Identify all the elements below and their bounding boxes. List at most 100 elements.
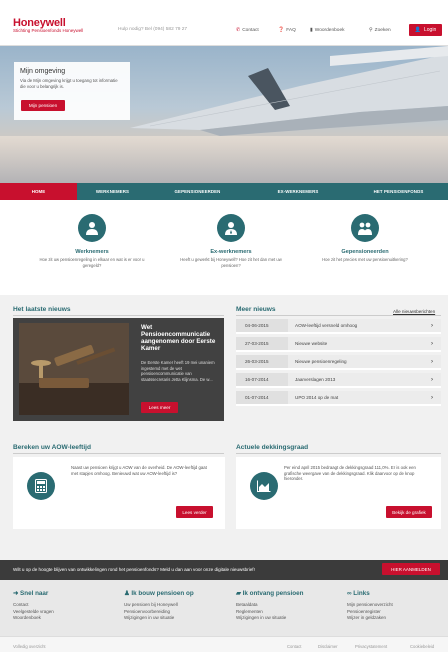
bottom-link-contact[interactable]: Contact <box>287 644 301 649</box>
footer-col-links: ∞ Links Mijn pensioenoverzicht Pensioenr… <box>347 590 393 622</box>
footer-link[interactable]: Wijzigingen in uw situatie <box>236 615 303 622</box>
bottom-link-privacy[interactable]: Privacystatement <box>355 644 387 649</box>
persona-werknemers-title: Werknemers <box>75 249 109 255</box>
featured-news-headline[interactable]: Wet Pensioencommunicatie aangenomen door… <box>141 324 219 352</box>
tab-werknemers[interactable]: WERKNEMERS <box>77 183 148 200</box>
newsletter-bar: Wilt u op de hoogte blijven van ontwikke… <box>0 560 448 580</box>
footer-heading-label: Snel naar <box>20 590 49 597</box>
news-list-item[interactable]: 01-07-2014 UPO 2014 op de mat › <box>236 391 441 406</box>
persona-ex-werknemers-text: Heeft u gewerkt bij Honeywell? Hoe zit h… <box>180 257 282 268</box>
news-list-item[interactable]: 16-07-2014 Jaarverslagen 2013 › <box>236 373 441 388</box>
money-icon: ▰ <box>236 590 243 597</box>
news-date: 26-03-2015 <box>236 355 288 368</box>
news-title: Nieuwe pensioenregeling <box>295 359 347 364</box>
chevron-right-icon: › <box>431 394 433 401</box>
footer-link[interactable]: Mijn pensioenoverzicht <box>347 602 393 609</box>
persona-gepensioneerden[interactable]: Gepensioneerden Hoe zit het precies met … <box>309 214 421 263</box>
footer-heading-label: Links <box>353 590 370 597</box>
news-list-item[interactable]: 04-06-2015 AOW-leeftijd versneld omhoog … <box>236 319 441 334</box>
mijn-pensioen-button[interactable]: Mijn pensioen <box>21 100 65 111</box>
nav-faq-label: FAQ <box>286 27 296 33</box>
all-news-link[interactable]: Alle nieuwsberichten <box>393 309 435 314</box>
mijn-omgeving-title: Mijn omgeving <box>20 68 66 75</box>
tab-gepensioneerden[interactable]: GEPENSIONEERDEN <box>148 183 247 200</box>
persona-werknemers[interactable]: Werknemers Hoe zit uw pensioenregeling i… <box>36 214 148 268</box>
logo-subtitle: Stichting Pensioenfonds Honeywell <box>13 28 84 33</box>
read-more-button[interactable]: Lees meer <box>141 402 178 413</box>
featured-news-card: Wet Pensioencommunicatie aangenomen door… <box>13 318 224 421</box>
latest-news-title: Het laatste nieuws <box>13 306 71 313</box>
divider <box>13 315 224 316</box>
aow-title: Bereken uw AOW-leeftijd <box>13 444 92 451</box>
footer-heading: ♟ Ik bouw pensioen op <box>124 590 194 597</box>
persona-ex-werknemers[interactable]: Ex-werknemers Heeft u gewerkt bij Honeyw… <box>175 214 287 268</box>
bottom-link-disclaimer[interactable]: Disclaimer <box>318 644 338 649</box>
news-list-item[interactable]: 27-03-2015 Nieuwe website › <box>236 337 441 352</box>
featured-news-body: De Eerste Kamer heeft 19 mei unaniem ing… <box>141 360 215 382</box>
nav-contact[interactable]: ✆ Contact <box>236 27 259 33</box>
volledig-overzicht-link[interactable]: Volledig overzicht <box>13 644 46 649</box>
news-date: 01-07-2014 <box>236 391 288 404</box>
tab-home[interactable]: HOME <box>0 183 77 200</box>
main-navigation: HOME WERKNEMERS GEPENSIONEERDEN EX-WERKN… <box>0 183 448 200</box>
divider <box>236 315 441 316</box>
bottom-link-cookies[interactable]: Cookiebeleid <box>410 644 434 649</box>
news-title: AOW-leeftijd versneld omhoog <box>295 323 358 328</box>
mijn-omgeving-text: Via de Mijn omgeving krijgt u toegang to… <box>20 78 118 89</box>
tab-het-pensioenfonds[interactable]: HET PENSIOENFONDS <box>349 183 448 200</box>
newsletter-text: Wilt u op de hoogte blijven van ontwikke… <box>13 567 255 572</box>
newsletter-signup-button[interactable]: HIER AANMELDEN <box>382 563 440 575</box>
help-phone: Hulp nodig? Bel (094) 582 79 27 <box>118 27 188 32</box>
login-button[interactable]: 👤 Login <box>409 24 442 36</box>
chevron-right-icon: › <box>431 322 433 329</box>
news-title: Jaarverslagen 2013 <box>295 377 336 382</box>
arrow-right-icon: ➜ <box>13 590 21 597</box>
nav-woordenboek[interactable]: ▮ Woordenboek <box>310 27 345 33</box>
calculator-icon <box>27 472 55 500</box>
footer-heading-label: Ik bouw pensioen op <box>131 590 194 597</box>
footer-heading: ▰ Ik ontvang pensioen <box>236 590 303 597</box>
news-title: Nieuwe website <box>295 341 328 346</box>
news-date: 04-06-2015 <box>236 319 288 332</box>
divider <box>13 453 224 454</box>
footer-heading: ∞ Links <box>347 590 393 597</box>
persona-gepensioneerden-text: Hoe zit het precies met uw pensioenuitke… <box>322 257 408 262</box>
footer-col-snel-naar: ➜ Snel naar Contact Veelgestelde vragen … <box>13 590 54 622</box>
phone-icon: ✆ <box>236 27 241 33</box>
chevron-right-icon: › <box>431 358 433 365</box>
news-title: UPO 2014 op de mat <box>295 395 339 400</box>
news-date: 27-03-2015 <box>236 337 288 350</box>
footer-link[interactable]: Wijzer in geldzaken <box>347 615 393 622</box>
person-tie-icon <box>217 214 245 242</box>
search-icon: ⚲ <box>369 27 373 33</box>
logo-brand: Honeywell <box>13 17 66 29</box>
header: Honeywell Stichting Pensioenfonds Honeyw… <box>0 0 448 46</box>
footer-link[interactable]: Wijzigingen in uw situatie <box>124 615 194 622</box>
persona-section: Werknemers Hoe zit uw pensioenregeling i… <box>0 200 448 295</box>
hero-banner: Mijn omgeving Via de Mijn omgeving krijg… <box>0 46 448 183</box>
lees-verder-button[interactable]: Lees verder <box>176 506 213 518</box>
tab-ex-werknemers[interactable]: EX-WERKNEMERS <box>247 183 349 200</box>
news-list-item[interactable]: 26-03-2015 Nieuwe pensioenregeling › <box>236 355 441 370</box>
person-icon <box>78 214 106 242</box>
footer-col-ik-bouw: ♟ Ik bouw pensioen op Uw pensioen bij Ho… <box>124 590 194 622</box>
nav-zoeken-label: Zoeken <box>374 27 391 33</box>
bekijk-grafiek-button[interactable]: Bekijk de grafiek <box>386 506 432 518</box>
area-chart-icon <box>250 472 278 500</box>
nav-zoeken[interactable]: ⚲ Zoeken <box>369 27 391 33</box>
user-icon: 👤 <box>414 27 421 33</box>
dekking-text: Per eind april 2015 bedraagt de dekkings… <box>284 465 416 481</box>
nav-faq[interactable]: ❓ FAQ <box>278 27 296 33</box>
chevron-right-icon: › <box>431 340 433 347</box>
more-news-title: Meer nieuws <box>236 306 276 313</box>
persona-gepensioneerden-title: Gepensioneerden <box>341 249 389 255</box>
footer-col-ik-ontvang: ▰ Ik ontvang pensioen Betaaldata Regleme… <box>236 590 303 622</box>
footer: ➜ Snel naar Contact Veelgestelde vragen … <box>0 580 448 636</box>
question-icon: ❓ <box>278 27 285 33</box>
footer-heading-label: Ik ontvang pensioen <box>242 590 304 597</box>
footer-link[interactable]: Woordenboek <box>13 615 54 622</box>
divider <box>236 453 441 454</box>
aow-box: Naast uw pensioen krijgt u AOW van de ov… <box>13 457 225 529</box>
dekking-title: Actuele dekkingsgraad <box>236 444 309 451</box>
logo[interactable]: Honeywell Stichting Pensioenfonds Honeyw… <box>13 18 83 34</box>
